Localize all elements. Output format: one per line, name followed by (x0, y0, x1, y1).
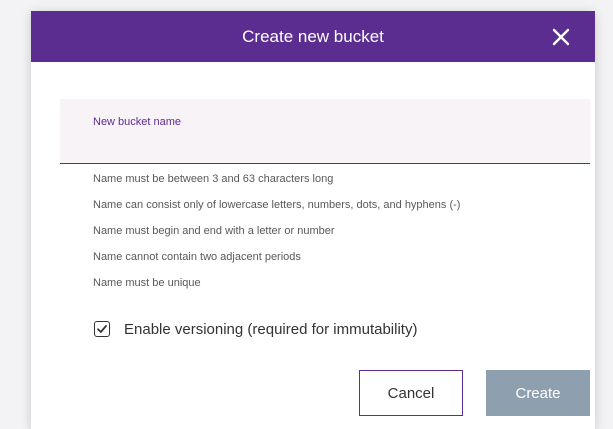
naming-rule: Name cannot contain two adjacent periods (93, 251, 301, 263)
naming-rule: Name can consist only of lowercase lette… (93, 199, 461, 211)
close-icon (552, 28, 570, 46)
versioning-label: Enable versioning (required for immutabi… (124, 320, 418, 338)
checkmark-icon (97, 325, 107, 333)
create-button[interactable]: Create (486, 370, 590, 416)
naming-rules-list: Name must be between 3 and 63 characters… (93, 173, 460, 303)
close-button[interactable] (549, 25, 573, 49)
bucket-name-field[interactable]: New bucket name (60, 99, 590, 164)
naming-rule: Name must be unique (93, 277, 201, 289)
naming-rule: Name must be between 3 and 63 characters… (93, 173, 334, 185)
naming-rule: Name must begin and end with a letter or… (93, 225, 335, 237)
versioning-option[interactable]: Enable versioning (required for immutabi… (94, 318, 417, 340)
versioning-checkbox[interactable] (94, 321, 110, 337)
create-bucket-dialog: Create new bucket New bucket name Name m… (31, 11, 595, 429)
dialog-header: Create new bucket (31, 11, 595, 62)
page-backdrop: Create new bucket New bucket name Name m… (0, 0, 613, 429)
cancel-button[interactable]: Cancel (359, 370, 463, 416)
bucket-name-input[interactable] (93, 133, 553, 155)
bucket-name-label: New bucket name (93, 116, 182, 128)
dialog-title: Create new bucket (242, 27, 384, 46)
